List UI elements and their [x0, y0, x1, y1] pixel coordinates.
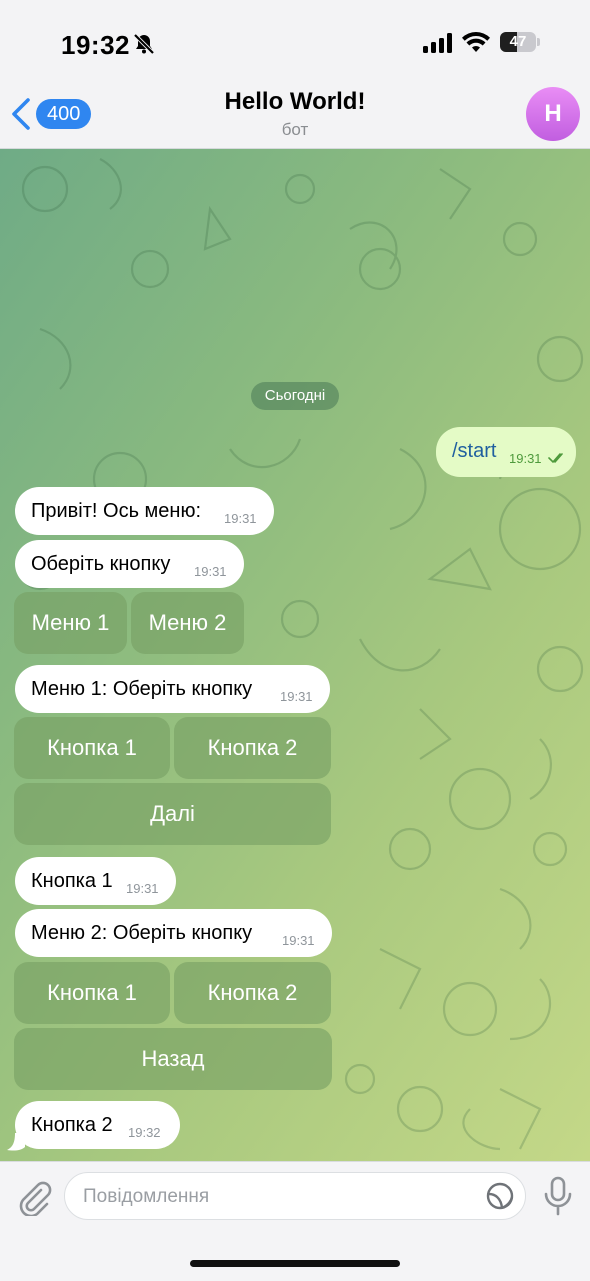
message-text: Меню 2: Оберіть кнопку: [31, 922, 253, 944]
status-bar: 19:32 47: [0, 0, 590, 78]
message-incoming[interactable]: Привіт! Ось меню: 19:31: [15, 487, 274, 535]
chat-header: 400 Hello World! бот H: [0, 78, 590, 149]
message-incoming[interactable]: Кнопка 2 19:32: [15, 1101, 180, 1149]
message-text: Меню 1: Оберіть кнопку: [31, 678, 253, 700]
message-time: 19:31: [280, 689, 313, 704]
message-text: /start: [452, 440, 497, 462]
chat-area[interactable]: Сьогодні /start 19:31 Привіт! Ось меню: …: [0, 149, 590, 1161]
battery-level: 47: [509, 33, 527, 50]
date-divider: Сьогодні: [251, 382, 339, 410]
inline-button[interactable]: Далі: [14, 783, 331, 845]
message-time: 19:31: [282, 933, 315, 948]
message-time: 19:31: [194, 564, 227, 579]
inline-button[interactable]: Кнопка 2: [174, 962, 331, 1024]
inline-button[interactable]: Меню 1: [14, 592, 127, 654]
inline-button[interactable]: Кнопка 1: [14, 962, 170, 1024]
inline-button[interactable]: Кнопка 1: [14, 717, 170, 779]
message-incoming[interactable]: Меню 2: Оберіть кнопку 19:31: [15, 909, 332, 957]
double-check-icon: [548, 453, 563, 464]
message-text: Кнопка 1: [31, 870, 113, 892]
sticker-icon[interactable]: [485, 1181, 515, 1211]
home-indicator: [190, 1260, 400, 1267]
message-time: 19:31: [509, 451, 542, 466]
message-outgoing[interactable]: /start 19:31: [436, 427, 576, 477]
inline-button[interactable]: Меню 2: [131, 592, 244, 654]
message-input[interactable]: Повідомлення: [64, 1172, 526, 1220]
inline-button[interactable]: Назад: [14, 1028, 332, 1090]
message-incoming[interactable]: Оберіть кнопку 19:31: [15, 540, 244, 588]
message-text: Кнопка 2: [31, 1114, 113, 1136]
chat-subtitle: бот: [281, 120, 309, 139]
paperclip-icon[interactable]: [14, 1178, 52, 1216]
message-input-placeholder: Повідомлення: [83, 1186, 210, 1207]
avatar[interactable]: H: [526, 87, 580, 141]
message-composer: Повідомлення: [0, 1161, 590, 1281]
bell-slash-icon: [133, 33, 155, 55]
wifi-icon: [462, 31, 490, 52]
message-time: 19:31: [126, 881, 159, 896]
inline-button[interactable]: Кнопка 2: [174, 717, 331, 779]
message-incoming[interactable]: Меню 1: Оберіть кнопку 19:31: [15, 665, 330, 713]
message-time: 19:32: [128, 1125, 161, 1140]
chat-title[interactable]: Hello World!: [0, 88, 590, 116]
message-time: 19:31: [224, 511, 257, 526]
message-incoming[interactable]: Кнопка 1 19:31: [15, 857, 176, 905]
message-text: Привіт! Ось меню:: [31, 500, 202, 522]
status-time: 19:32: [61, 30, 130, 60]
signal-icon: [423, 33, 452, 53]
microphone-icon[interactable]: [541, 1176, 575, 1216]
message-text: Оберіть кнопку: [31, 553, 171, 575]
bubble-tail: [7, 1133, 25, 1151]
battery-icon: 47: [500, 32, 540, 54]
